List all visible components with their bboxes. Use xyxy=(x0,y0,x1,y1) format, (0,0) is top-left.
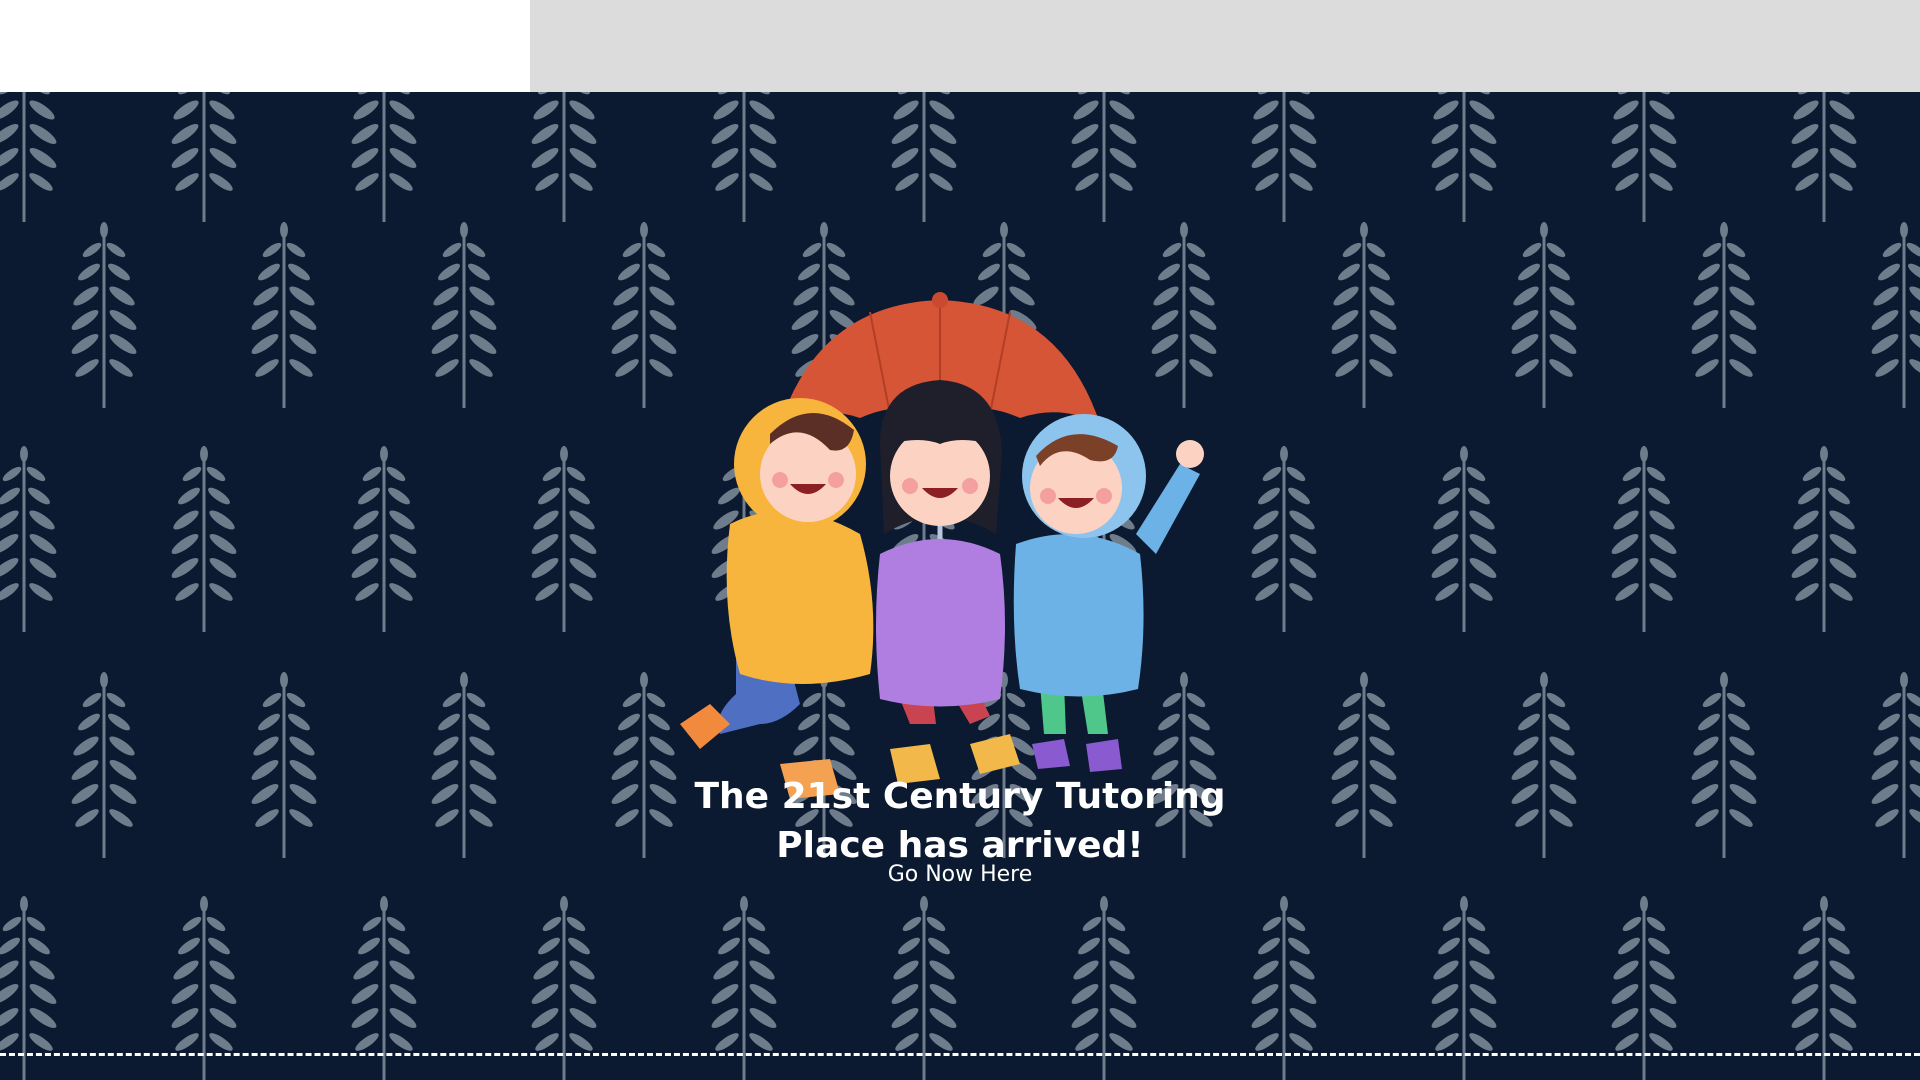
fern-leaf-icon xyxy=(1867,670,1920,860)
hero-section: The 21st Century Tutoring Place has arri… xyxy=(0,92,1920,1080)
fern-leaf-icon xyxy=(1787,444,1861,634)
fern-leaf-icon xyxy=(1687,670,1761,860)
fern-leaf-icon xyxy=(1687,220,1761,410)
fern-leaf-icon xyxy=(347,92,421,224)
kids-umbrella-illustration xyxy=(680,292,1204,799)
fern-leaf-icon xyxy=(1067,92,1141,224)
fern-leaf-icon xyxy=(167,444,241,634)
fern-leaf-icon xyxy=(0,444,61,634)
hero-headline-line-1: The 21st Century Tutoring xyxy=(694,776,1226,818)
fern-leaf-icon xyxy=(1507,220,1581,410)
top-left-panel xyxy=(0,0,530,92)
fern-leaf-icon xyxy=(427,670,501,860)
fern-leaf-icon xyxy=(67,670,141,860)
fern-leaf-icon xyxy=(1247,92,1321,224)
fern-leaf-icon xyxy=(527,444,601,634)
fern-leaf-icon xyxy=(167,92,241,224)
fern-leaf-icon xyxy=(707,92,781,224)
dashed-divider xyxy=(0,1053,1920,1056)
fern-leaf-icon xyxy=(887,92,961,224)
fern-leaf-icon xyxy=(247,670,321,860)
fern-leaf-icon xyxy=(0,92,61,224)
fern-leaf-icon xyxy=(1507,670,1581,860)
fern-leaf-icon xyxy=(1607,444,1681,634)
top-right-panel xyxy=(530,0,1920,92)
fern-leaf-icon xyxy=(1607,92,1681,224)
fern-leaf-icon xyxy=(1427,444,1501,634)
fern-leaf-icon xyxy=(527,92,601,224)
hero-headline: The 21st Century Tutoring Place has arri… xyxy=(560,772,1360,870)
fern-leaf-icon xyxy=(1787,92,1861,224)
fern-leaf-icon xyxy=(1327,220,1401,410)
go-now-here-link[interactable]: Go Now Here xyxy=(860,860,1060,890)
fern-leaf-icon xyxy=(1427,92,1501,224)
fern-leaf-icon xyxy=(347,444,421,634)
fern-leaf-icon xyxy=(247,220,321,410)
fern-leaf-icon xyxy=(427,220,501,410)
fern-leaf-icon xyxy=(67,220,141,410)
fern-leaf-icon xyxy=(1867,220,1920,410)
